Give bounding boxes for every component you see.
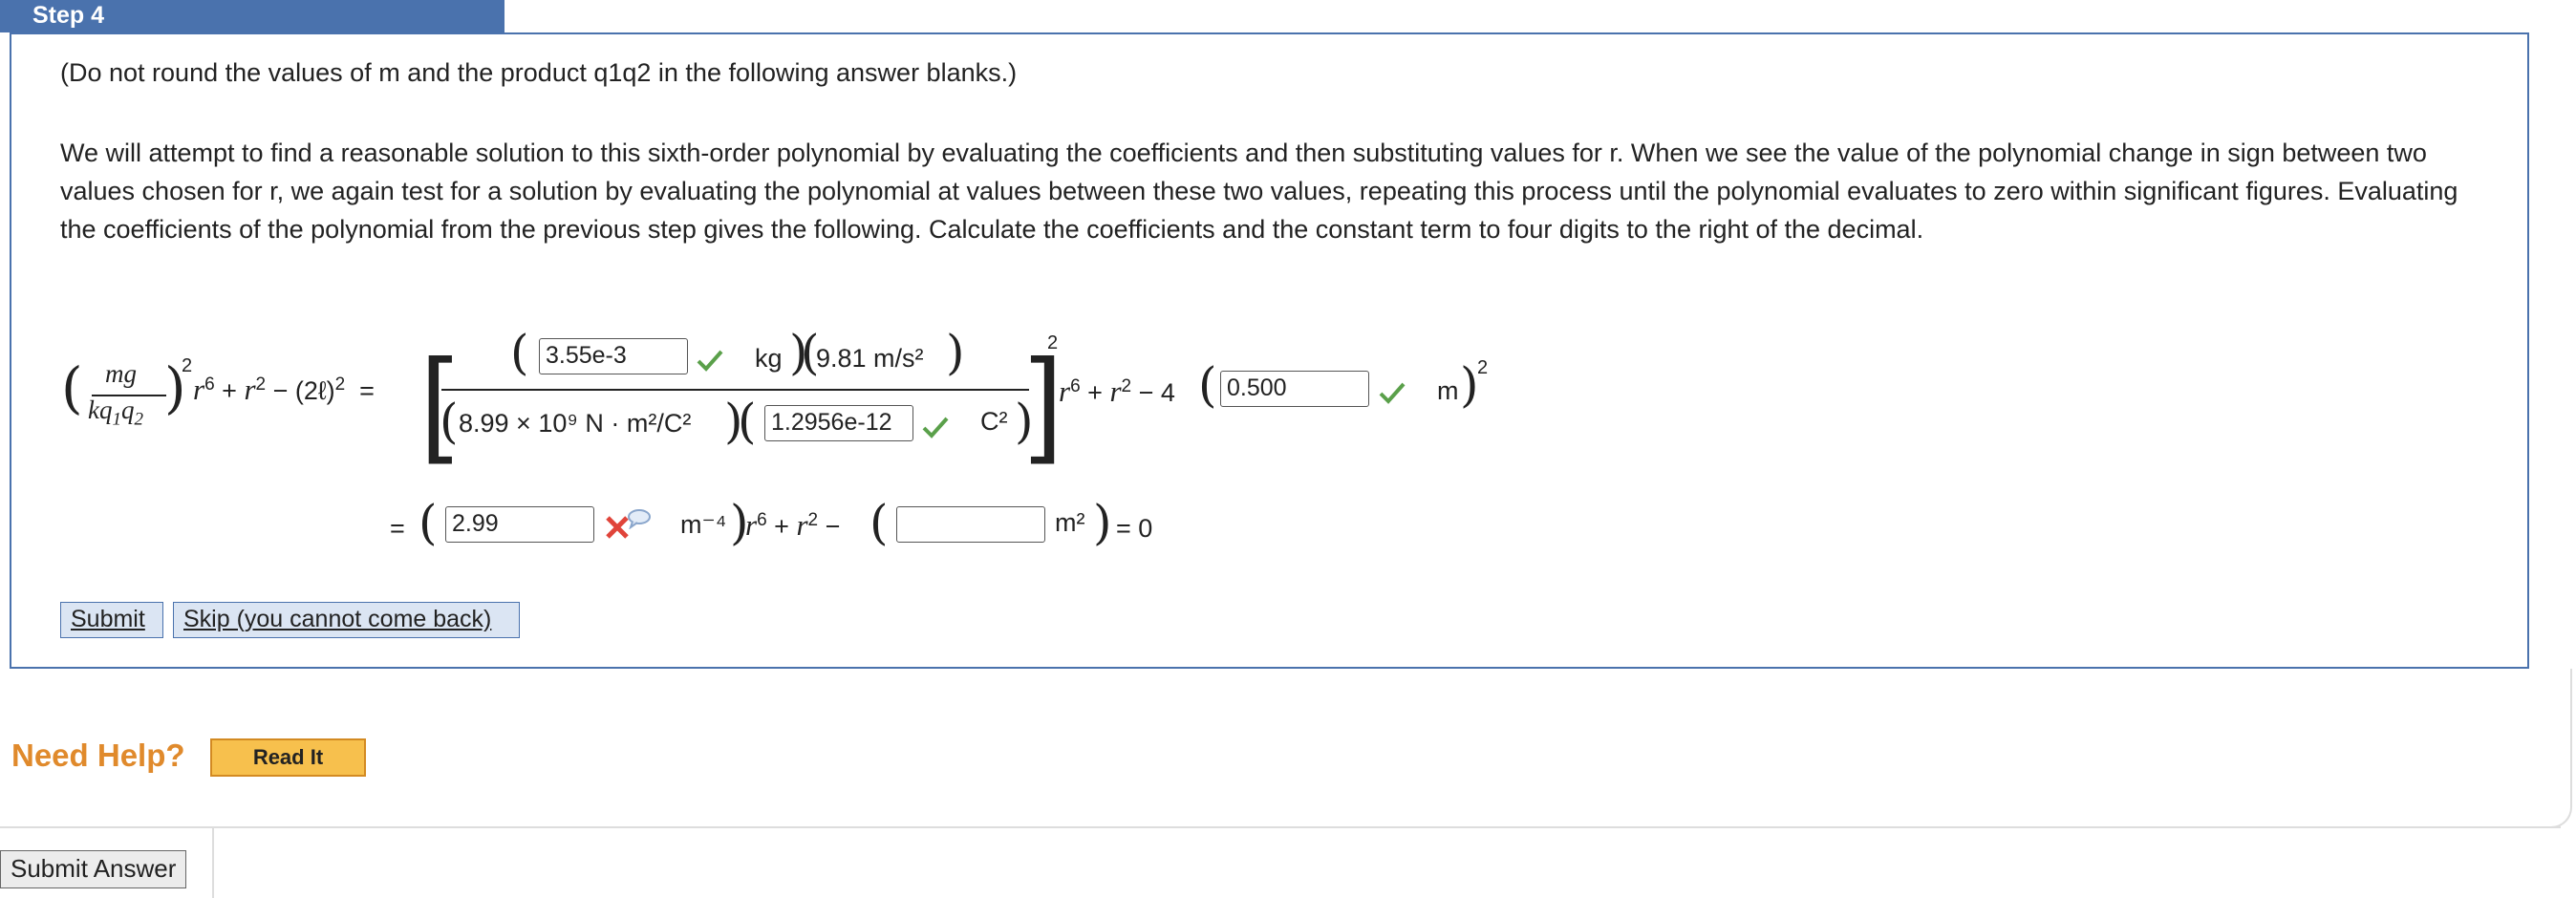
- read-it-button[interactable]: Read It: [210, 738, 366, 777]
- skip-button[interactable]: Skip (you cannot come back): [173, 602, 520, 638]
- outer-panel-border: [2465, 669, 2572, 828]
- coef-left-paren: (: [419, 495, 438, 550]
- coulomb-constant: 8.99 × 10⁹ N · m²/C²: [459, 409, 692, 438]
- den-left-paren: (: [440, 394, 459, 449]
- gravity-value: 9.81 m/s²: [816, 344, 924, 373]
- equals-zero: = 0: [1116, 514, 1153, 543]
- rhs-terms: r6 + r2 − 4: [1059, 374, 1175, 408]
- mass-unit: kg: [755, 344, 783, 373]
- mass-input[interactable]: 3.55e-3: [539, 338, 688, 374]
- submit-answer-button[interactable]: Submit Answer: [0, 850, 187, 888]
- check-icon: [1379, 382, 1406, 404]
- lhs-numerator: mg: [105, 359, 137, 388]
- submit-button[interactable]: Submit: [60, 602, 163, 638]
- constant-unit: m²: [1055, 508, 1085, 537]
- check-icon: [922, 417, 949, 438]
- coefficient-unit: m⁻⁴: [680, 510, 727, 539]
- const-right-paren: ): [1093, 495, 1112, 550]
- main-fraction-bar: [441, 389, 1029, 391]
- charge-left-paren: (: [738, 394, 757, 449]
- num-left-paren: (: [510, 325, 529, 380]
- length-exponent: 2: [1477, 357, 1489, 378]
- constant-term-input[interactable]: [896, 506, 1045, 543]
- bracket-exponent: 2: [1047, 332, 1059, 353]
- step-tab: Step 4: [0, 0, 504, 32]
- length-unit: m: [1437, 376, 1459, 405]
- divider: [0, 826, 2561, 828]
- charge-product-input[interactable]: 1.2956e-12: [764, 405, 913, 441]
- line2-terms: r6 + r2 −: [745, 508, 841, 542]
- step-title: Step 4: [32, 2, 105, 29]
- coefficient-input[interactable]: 2.99: [445, 506, 594, 543]
- equals-sign: =: [390, 514, 405, 543]
- lhs-exponent: 2: [182, 355, 193, 376]
- lhs-denominator: kq1q2: [88, 396, 143, 430]
- feedback-bubble-icon[interactable]: [627, 508, 652, 529]
- lhs-terms: r6 + r2 − (2ℓ)2 =: [193, 373, 375, 406]
- length-right-paren: ): [1460, 357, 1479, 413]
- step-panel: [10, 32, 2529, 669]
- charge-unit: C²: [980, 407, 1008, 436]
- gravity-right-paren: ): [946, 325, 965, 380]
- check-icon: [697, 350, 723, 372]
- instruction-paragraph: We will attempt to find a reasonable sol…: [60, 139, 2458, 244]
- left-paren: (: [61, 355, 83, 420]
- need-help-label: Need Help?: [11, 738, 185, 773]
- rounding-note: (Do not round the values of m and the pr…: [60, 58, 1018, 87]
- const-left-paren: (: [869, 495, 889, 550]
- answer-area-border: [212, 827, 214, 898]
- charge-right-paren: ): [1015, 394, 1034, 449]
- length-input[interactable]: 0.500: [1220, 371, 1369, 407]
- length-left-paren: (: [1198, 357, 1217, 413]
